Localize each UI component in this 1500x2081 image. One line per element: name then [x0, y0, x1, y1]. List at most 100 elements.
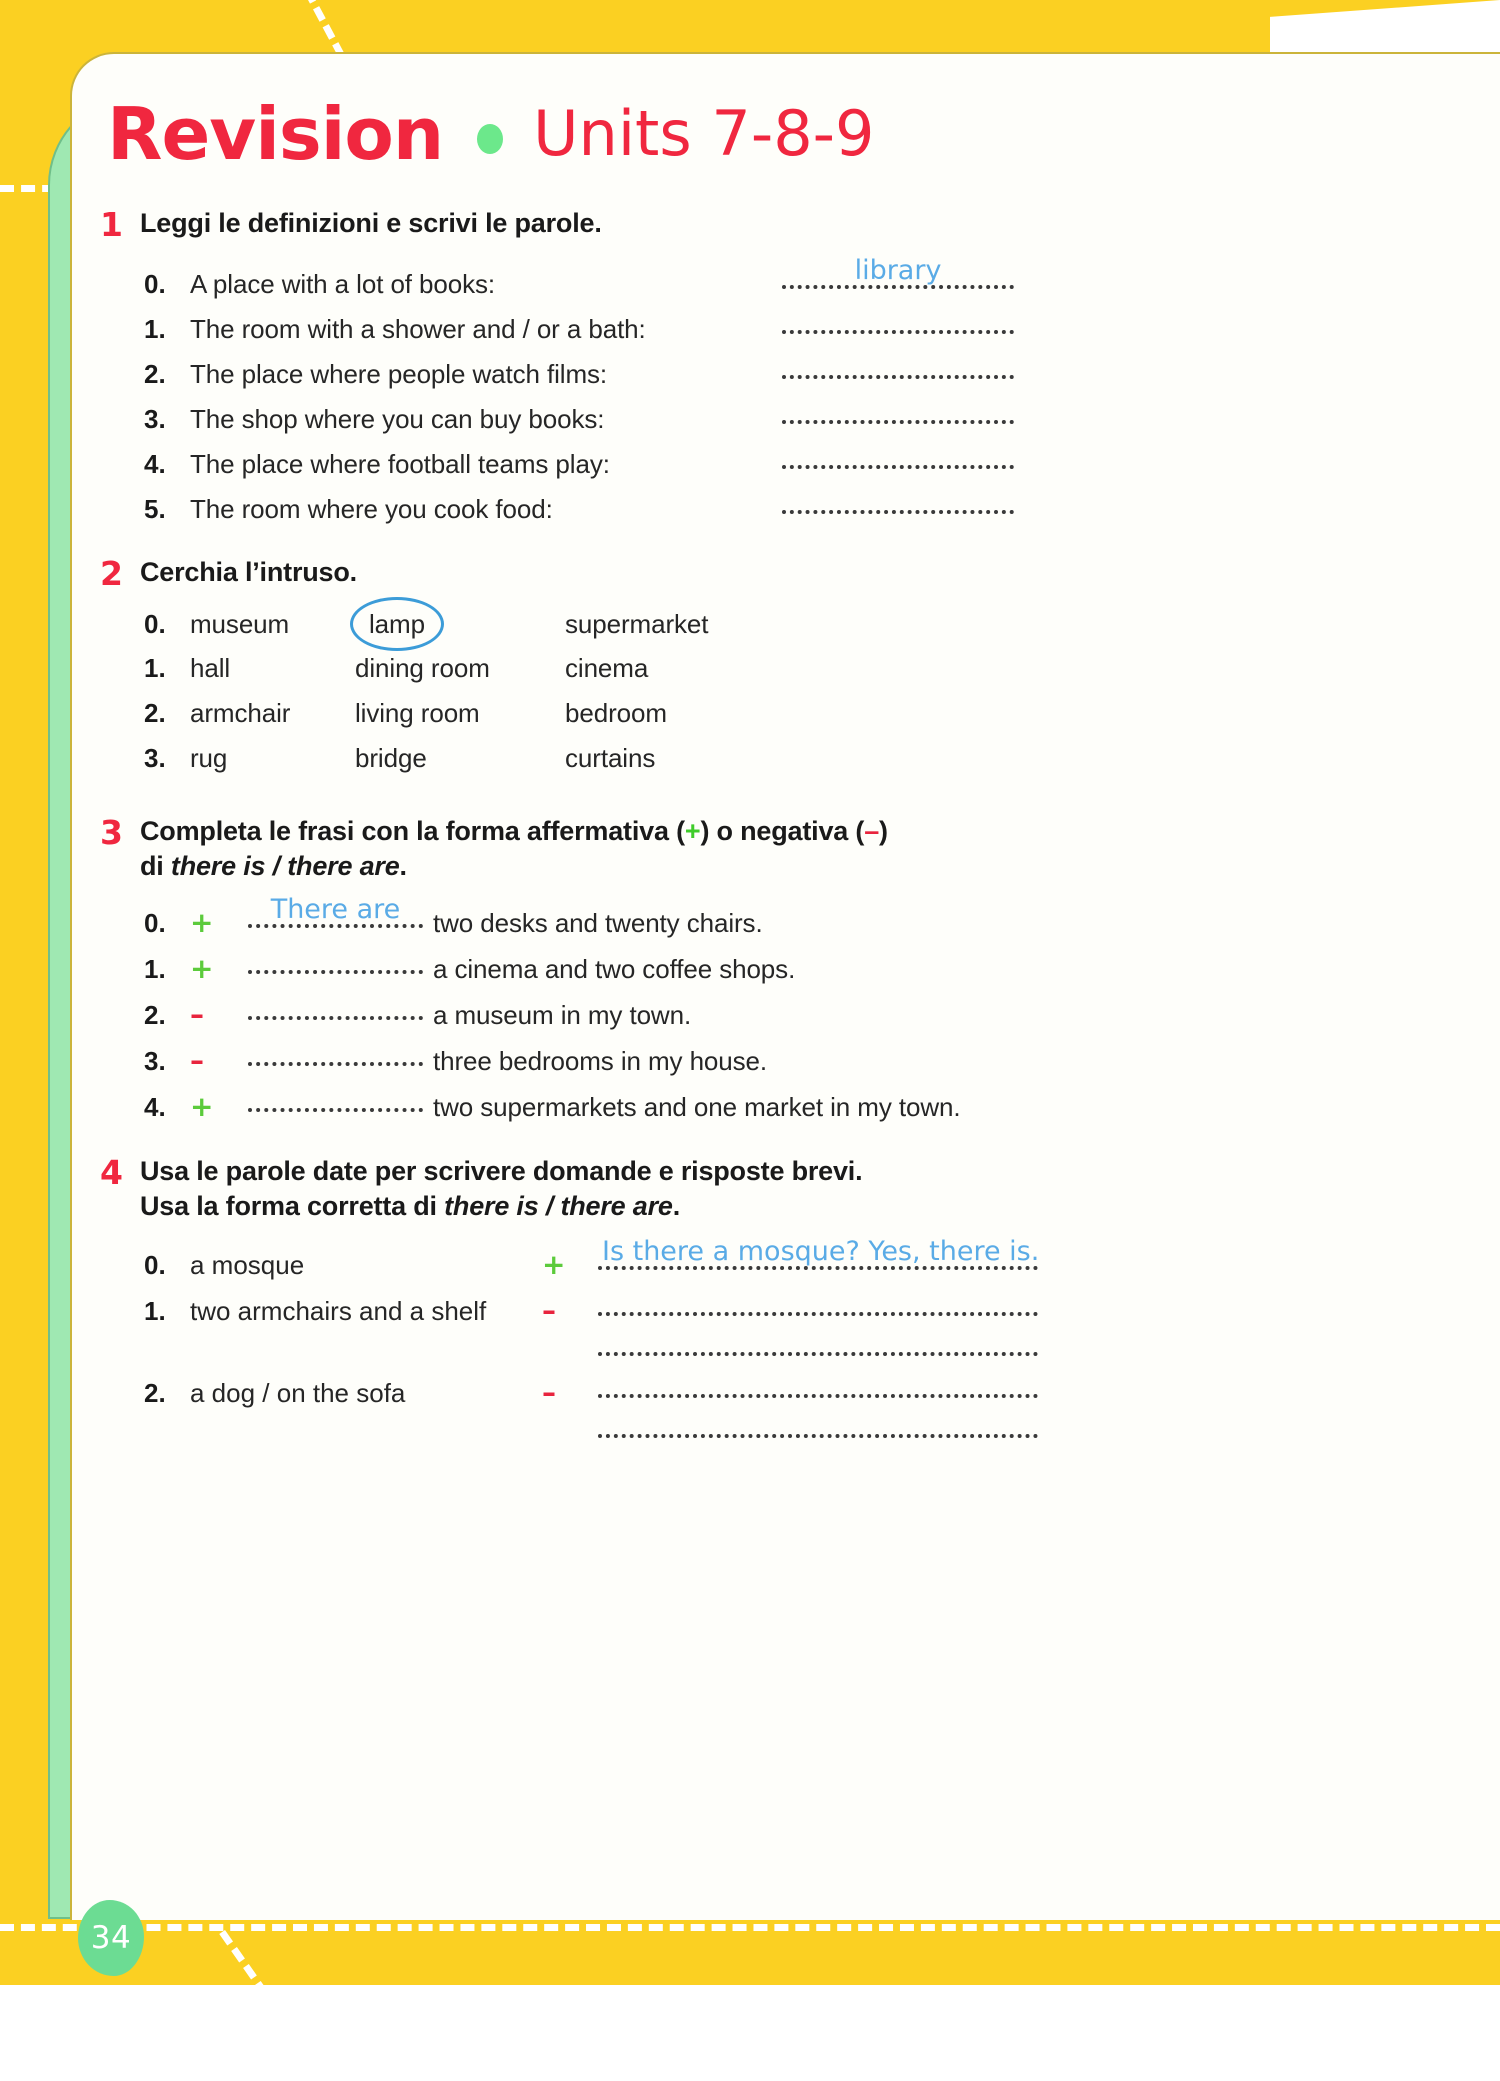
exercise-1-items: 0. A place with a lot of books: library …: [144, 255, 1390, 529]
item-number: 3.: [144, 742, 166, 773]
instruction-italic: there is / there are: [170, 850, 400, 881]
sentence-text: a cinema and two coffee shops.: [433, 954, 796, 985]
item-number: 0.: [144, 268, 166, 299]
answer-field[interactable]: [782, 439, 1014, 473]
item-number: 0.: [144, 608, 166, 639]
exercise-1-number: 1: [100, 205, 123, 244]
handwritten-answer: Is there a mosque? Yes, there is.: [602, 1236, 1040, 1268]
item-number: 2.: [144, 697, 166, 728]
answer-field[interactable]: [598, 1366, 1038, 1402]
dotted-line: [598, 1352, 1038, 1357]
list-item: 3. rug bridge curtains: [144, 743, 1390, 788]
exercise-4: 4 Usa le parole date per scrivere domand…: [100, 1153, 1390, 1442]
answer-field[interactable]: [782, 304, 1014, 338]
list-item: 2. armchair living room bedroom: [144, 698, 1390, 743]
instruction-line-1: Usa le parole date per scrivere domande …: [140, 1156, 863, 1187]
answer-field[interactable]: library: [782, 255, 1014, 293]
list-item: 0. a mosque + Is there a mosque? Yes, th…: [144, 1236, 1390, 1284]
answer-field-continuation[interactable]: [598, 1330, 1038, 1360]
option-3[interactable]: bedroom: [565, 698, 865, 729]
list-item: 0. + There are two desks and twenty chai…: [144, 894, 1390, 944]
item-number: 0.: [144, 1250, 166, 1281]
answer-field[interactable]: [782, 349, 1014, 383]
item-number: 3.: [144, 403, 166, 434]
option-2[interactable]: dining room: [355, 653, 565, 684]
handwritten-answer: There are: [270, 894, 401, 926]
option-3[interactable]: curtains: [565, 743, 865, 774]
dotted-line: [598, 1394, 1038, 1399]
list-item: 4. + two supermarkets and one market in …: [144, 1082, 1390, 1128]
answer-field-continuation[interactable]: [598, 1412, 1038, 1442]
bottom-white-strip: [0, 1985, 1500, 2041]
item-number: 5.: [144, 493, 166, 524]
list-item: 1. two armchairs and a shelf –: [144, 1284, 1390, 1330]
dotted-line: [782, 284, 1014, 289]
prompt-words: a dog / on the sofa: [190, 1378, 406, 1409]
answer-field[interactable]: [782, 484, 1014, 518]
answer-field[interactable]: [782, 394, 1014, 428]
answer-field[interactable]: [248, 1036, 423, 1070]
list-item: 2. a dog / on the sofa –: [144, 1366, 1390, 1412]
option-2-container: lamp: [350, 596, 565, 651]
answer-field[interactable]: [248, 990, 423, 1024]
item-number: 4.: [144, 448, 166, 479]
sentence-text: two supermarkets and one market in my to…: [433, 1092, 961, 1123]
option-1[interactable]: museum: [190, 609, 355, 640]
option-1[interactable]: rug: [190, 743, 355, 774]
minus-icon: –: [864, 815, 880, 846]
exercise-3-instruction: Completa le frasi con la forma affermati…: [140, 814, 888, 884]
page-title: Revision Units 7-8-9: [107, 88, 1390, 180]
answer-field[interactable]: There are: [248, 894, 423, 932]
option-1[interactable]: hall: [190, 653, 355, 684]
exercise-3-items: 0. + There are two desks and twenty chai…: [144, 894, 1390, 1128]
exercise-4-number: 4: [100, 1153, 123, 1193]
sign-symbol: +: [190, 952, 214, 986]
sign-symbol: –: [190, 1044, 204, 1078]
exercise-3-number: 3: [100, 812, 123, 852]
item-number: 3.: [144, 1046, 166, 1077]
exercise-1-header: 1 Leggi le definizioni e scrivi le parol…: [100, 205, 1390, 245]
dotted-line: [248, 970, 423, 975]
exercise-1: 1 Leggi le definizioni e scrivi le parol…: [100, 205, 1390, 529]
option-2[interactable]: bridge: [355, 743, 565, 774]
item-number: 4.: [144, 1092, 166, 1123]
item-definition: The place where people watch films:: [190, 358, 608, 389]
handwritten-answer: library: [854, 254, 942, 286]
answer-field[interactable]: Is there a mosque? Yes, there is.: [598, 1236, 1040, 1274]
exercise-3-header: 3 Completa le frasi con la forma afferma…: [100, 812, 1390, 884]
dotted-line: [248, 1016, 423, 1021]
sign-symbol: –: [542, 1376, 556, 1410]
exercise-3: 3 Completa le frasi con la forma afferma…: [100, 812, 1390, 1128]
item-number: 1.: [144, 954, 166, 985]
instruction-part-c: ): [879, 815, 888, 846]
option-2[interactable]: living room: [355, 698, 565, 729]
option-2-circled[interactable]: lamp: [350, 596, 444, 651]
answer-field[interactable]: [598, 1284, 1038, 1320]
dotted-line: [782, 329, 1014, 334]
list-item: 1. hall dining room cinema: [144, 653, 1390, 698]
title-units: Units 7-8-9: [533, 97, 875, 170]
answer-field[interactable]: [248, 944, 423, 978]
option-3[interactable]: cinema: [565, 653, 865, 684]
list-item: 0. A place with a lot of books: library: [144, 255, 1390, 304]
exercise-4-header: 4 Usa le parole date per scrivere domand…: [100, 1153, 1390, 1224]
exercise-2-number: 2: [100, 553, 123, 593]
dotted-line: [248, 1108, 423, 1113]
plus-icon: +: [684, 815, 701, 846]
exercise-1-instruction: Leggi le definizioni e scrivi le parole.: [140, 208, 602, 238]
answer-continuation-row: [598, 1330, 1390, 1360]
instruction-part-e: .: [399, 850, 408, 881]
sentence-text: three bedrooms in my house.: [433, 1046, 768, 1077]
title-revision: Revision: [107, 92, 444, 176]
page-number-badge: 34: [78, 1900, 144, 1976]
answer-field[interactable]: [248, 1082, 423, 1116]
dotted-line: [782, 464, 1014, 469]
item-number: 2.: [144, 1378, 166, 1409]
exercise-2: 2 Cerchia l’intruso. 0. museum lamp supe…: [100, 553, 1390, 788]
option-3[interactable]: supermarket: [565, 609, 865, 640]
dotted-line: [598, 1312, 1038, 1317]
exercise-2-header: 2 Cerchia l’intruso.: [100, 553, 1390, 594]
sign-symbol: +: [542, 1248, 566, 1282]
option-1[interactable]: armchair: [190, 698, 355, 729]
instruction-part-b: ) o negativa (: [700, 815, 865, 846]
